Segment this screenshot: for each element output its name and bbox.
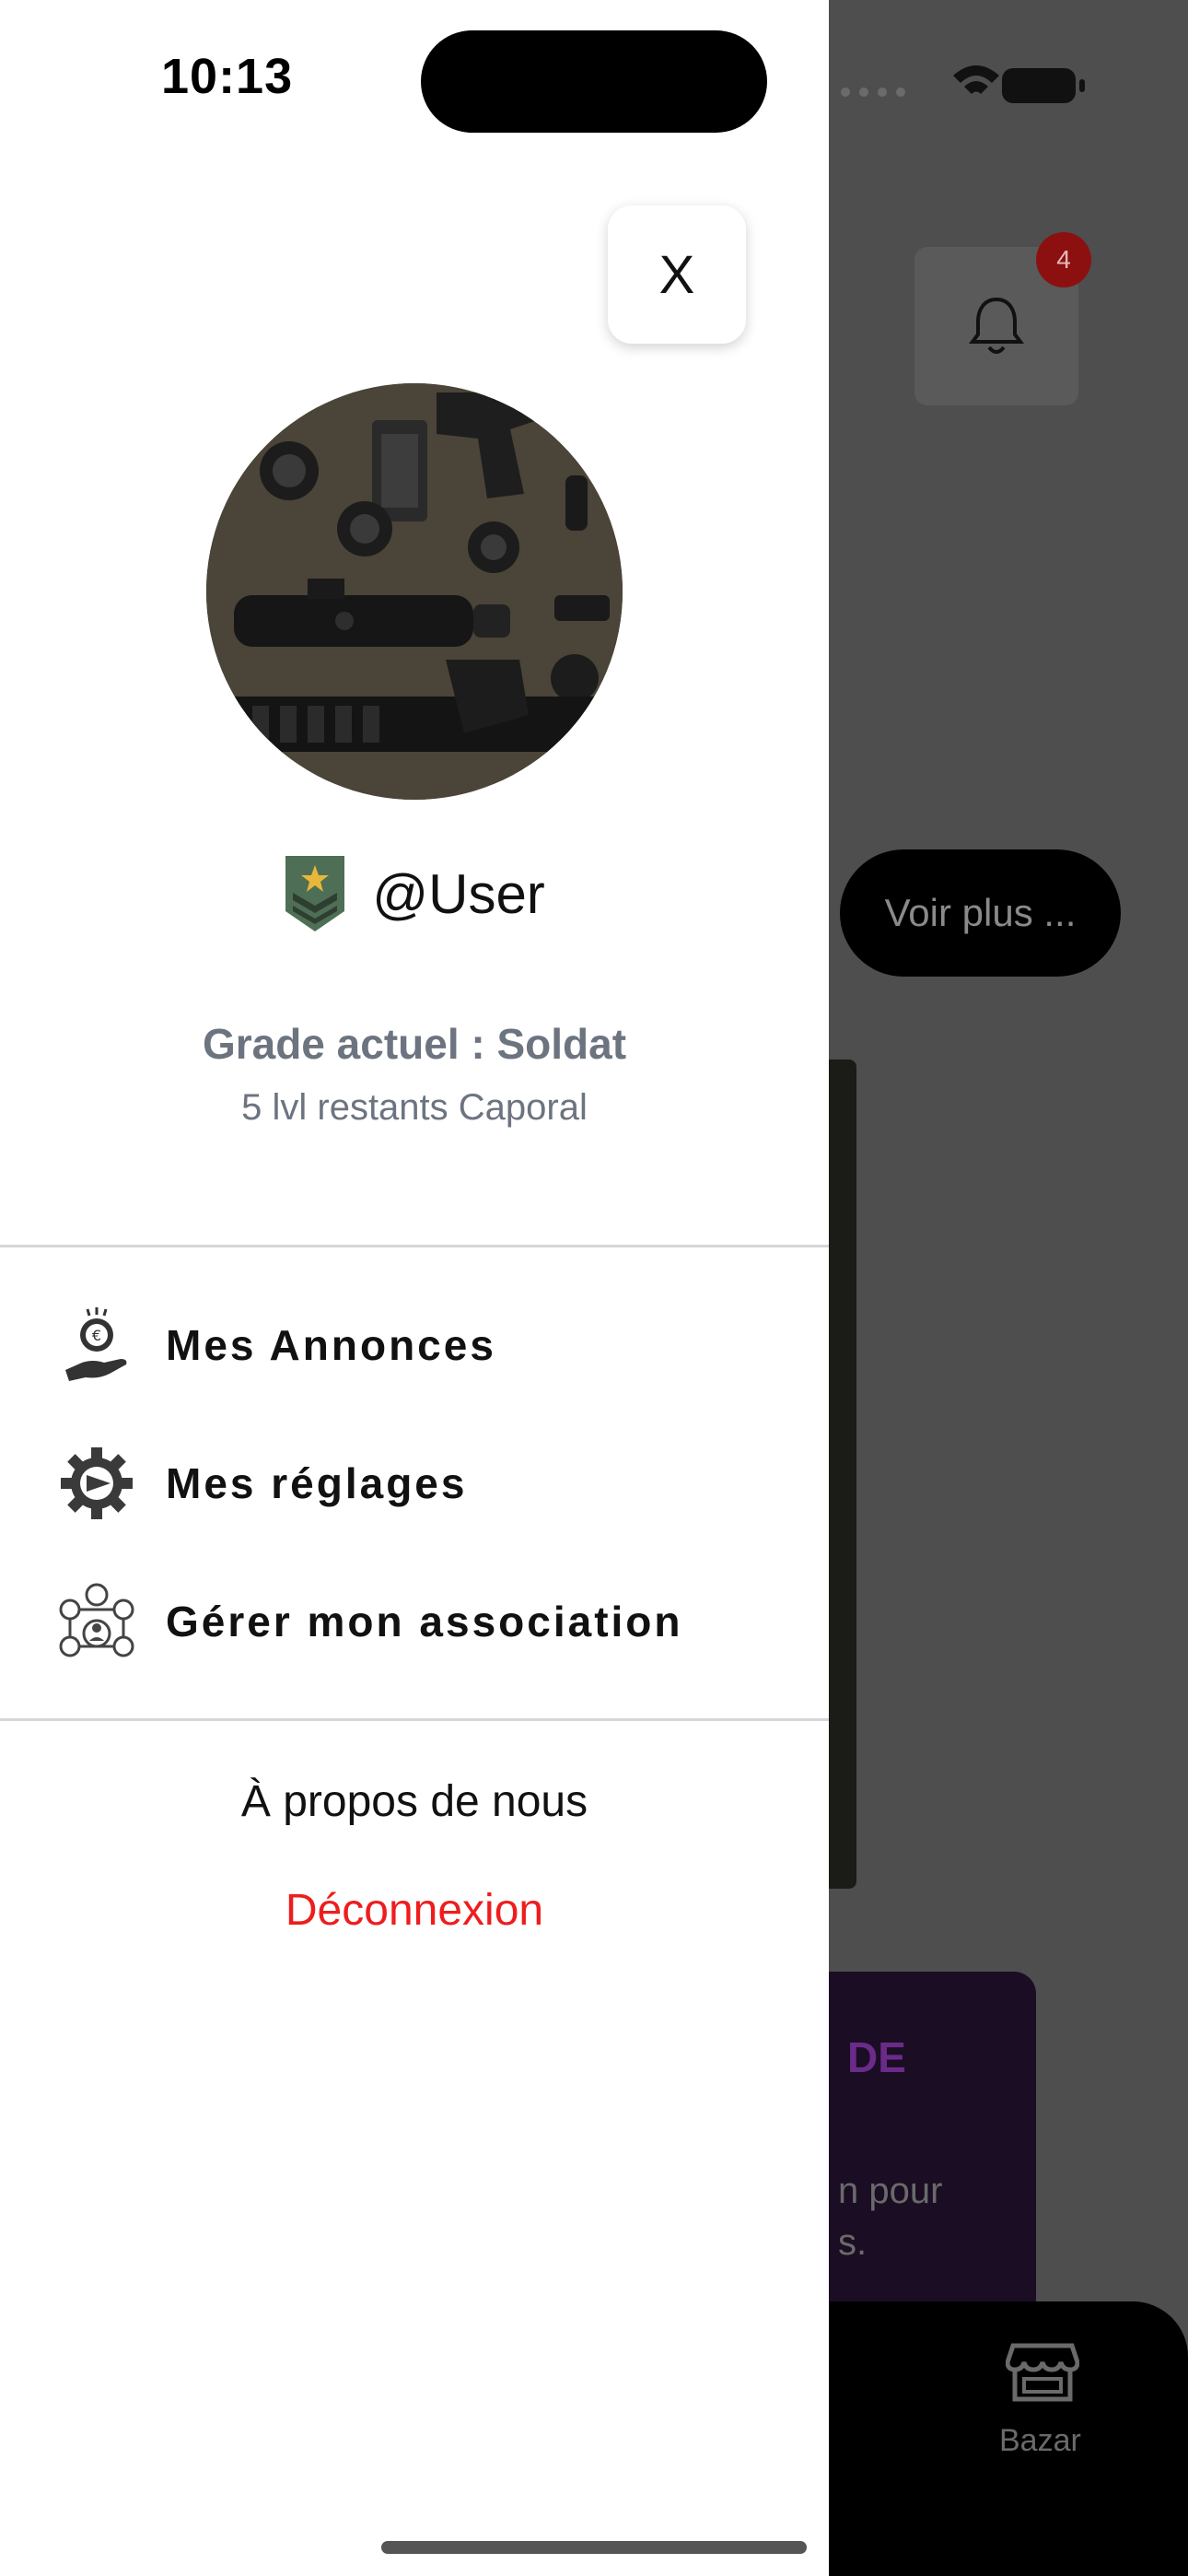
- promo-text: n pour s.: [838, 2171, 943, 2263]
- bell-icon: [969, 297, 1024, 354]
- side-drawer: 10:13 X @User Grade actuel: Soldat 5 lv…: [0, 0, 829, 2576]
- divider: [0, 1718, 829, 1721]
- menu-item-reglages[interactable]: Mes réglages: [55, 1433, 792, 1534]
- logout-link[interactable]: Déconnexion: [0, 1885, 829, 1936]
- network-people-icon: [55, 1580, 138, 1663]
- gear-icon: [55, 1442, 138, 1525]
- voir-plus-button[interactable]: Voir plus ...: [840, 849, 1121, 977]
- tab-bazar-label[interactable]: Bazar: [999, 2423, 1081, 2459]
- svg-text:€: €: [92, 1327, 101, 1344]
- menu-item-label: Mes réglages: [166, 1459, 468, 1507]
- menu-item-annonces[interactable]: € Mes Annonces: [55, 1294, 792, 1396]
- divider: [0, 1245, 829, 1247]
- status-time: 10:13: [161, 49, 294, 104]
- store-icon[interactable]: [1005, 2340, 1080, 2409]
- promo-title: DE: [847, 2033, 906, 2081]
- content-card: [829, 1060, 856, 1889]
- close-button[interactable]: X: [608, 205, 746, 344]
- dynamic-island: [421, 30, 767, 133]
- grade-title: Grade actuel : Soldat: [202, 1020, 627, 1068]
- notification-badge: 4: [1036, 232, 1091, 287]
- hand-coin-icon: €: [55, 1304, 138, 1387]
- menu-item-label: Mes Annonces: [166, 1321, 496, 1369]
- rank-badge-icon: [285, 856, 345, 931]
- menu-item-association[interactable]: Gérer mon association: [55, 1571, 792, 1672]
- about-link[interactable]: À propos de nous: [0, 1776, 829, 1827]
- avatar[interactable]: [206, 383, 623, 800]
- username: @User: [372, 862, 545, 925]
- home-indicator[interactable]: [381, 2541, 807, 2554]
- status-icons: [829, 55, 1105, 115]
- menu-item-label: Gérer mon association: [166, 1598, 683, 1645]
- user-row: @User: [0, 852, 829, 935]
- grade-subtitle: 5 lvl restants Caporal: [241, 1087, 588, 1128]
